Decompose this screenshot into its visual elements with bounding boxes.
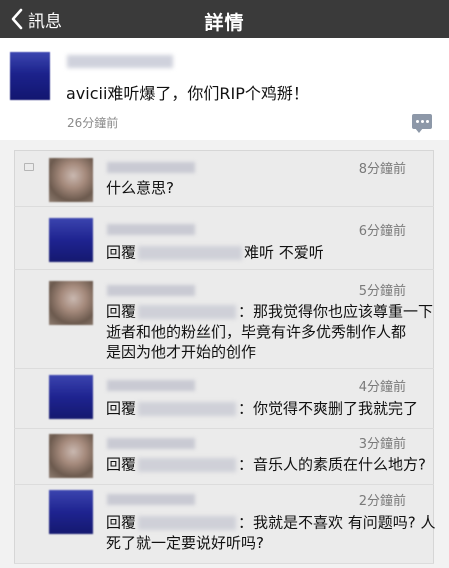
reply-line: ：音乐人的素质在什么地方? <box>238 455 426 474</box>
mention-redacted <box>138 515 237 530</box>
original-post: avicii难听爆了，你们RIP个鸡掰！ 26分鐘前 <box>0 38 449 140</box>
mention-redacted <box>138 401 237 416</box>
reply-item[interactable]: 4分鐘前 回覆 ：你觉得不爽删了我就完了 <box>14 370 434 429</box>
post-author-name-redacted <box>67 55 173 68</box>
reply-text: 回覆 ：你觉得不爽删了我就完了 <box>106 398 418 419</box>
post-text: avicii难听爆了，你们RIP个鸡掰！ <box>66 84 309 103</box>
reply-line: ：我就是不喜欢 有问题吗? 人 <box>238 513 436 532</box>
reply-item[interactable]: 2分鐘前 回覆 ：我就是不喜欢 有问题吗? 人 死了就一定要说好听吗? <box>14 486 436 564</box>
reply-author-name-redacted <box>107 438 195 449</box>
reply-author-name-redacted <box>107 380 195 391</box>
reply-text: 回覆 ：音乐人的素质在什么地方? <box>106 454 426 475</box>
reply-item[interactable]: 3分鐘前 回覆 ：音乐人的素质在什么地方? <box>14 430 434 485</box>
mention-redacted <box>138 457 237 472</box>
reply-avatar[interactable] <box>49 490 93 534</box>
reply-text: 回覆 难听 不爱听 <box>106 242 324 263</box>
reply-timestamp: 5分鐘前 <box>358 284 406 299</box>
reply-author-name-redacted <box>107 494 195 505</box>
reply-line: 是因为他才开始的创作 <box>106 342 257 361</box>
reply-text: 什么意思? <box>106 178 174 198</box>
reply-prefix: 回覆 <box>106 302 137 321</box>
reply-item[interactable]: 5分鐘前 回覆 ：那我觉得你也应该尊重一下 逝者和他的粉丝们，毕竟有许多优秀制作人… <box>14 271 434 369</box>
reply-avatar[interactable] <box>49 281 93 325</box>
reply-text: 回覆 ：那我觉得你也应该尊重一下 逝者和他的粉丝们，毕竟有许多优秀制作人都 是因为… <box>106 301 433 362</box>
reply-author-name-redacted <box>107 285 195 296</box>
reply-text: 回覆 ：我就是不喜欢 有问题吗? 人 死了就一定要说好听吗? <box>106 512 436 553</box>
reply-line: ：你觉得不爽删了我就完了 <box>238 399 419 418</box>
reply-line: 死了就一定要说好听吗? <box>106 533 264 552</box>
mention-redacted <box>138 245 243 260</box>
post-author-avatar[interactable] <box>10 52 50 100</box>
reply-line: 什么意思? <box>106 179 174 197</box>
reply-line: 难听 不爱听 <box>244 243 324 262</box>
reply-timestamp: 3分鐘前 <box>358 437 406 452</box>
reply-avatar[interactable] <box>49 218 93 262</box>
reply-line: ：那我觉得你也应该尊重一下 <box>238 302 434 321</box>
reply-avatar[interactable] <box>49 158 93 202</box>
reply-avatar[interactable] <box>49 434 93 478</box>
nav-bar: 訊息 詳情 <box>0 0 449 38</box>
reply-author-name-redacted <box>107 162 195 173</box>
reply-author-name-redacted <box>107 224 195 235</box>
reply-line: 逝者和他的粉丝们，毕竟有许多优秀制作人都 <box>106 322 407 341</box>
reply-prefix: 回覆 <box>106 243 137 262</box>
reply-timestamp: 6分鐘前 <box>358 224 406 239</box>
reply-timestamp: 2分鐘前 <box>358 494 406 509</box>
mention-redacted <box>138 304 237 319</box>
reply-prefix: 回覆 <box>106 513 137 532</box>
comment-icon[interactable] <box>412 114 432 133</box>
reply-prefix: 回覆 <box>106 399 137 418</box>
reply-timestamp: 4分鐘前 <box>358 380 406 395</box>
reply-item[interactable]: 8分鐘前 什么意思? <box>14 150 434 207</box>
reply-avatar[interactable] <box>49 375 93 419</box>
reply-item[interactable]: 6分鐘前 回覆 难听 不爱听 <box>14 208 434 270</box>
reply-prefix: 回覆 <box>106 455 137 474</box>
reply-timestamp: 8分鐘前 <box>358 162 406 177</box>
page-title: 詳情 <box>204 12 245 34</box>
post-timestamp: 26分鐘前 <box>67 116 119 130</box>
